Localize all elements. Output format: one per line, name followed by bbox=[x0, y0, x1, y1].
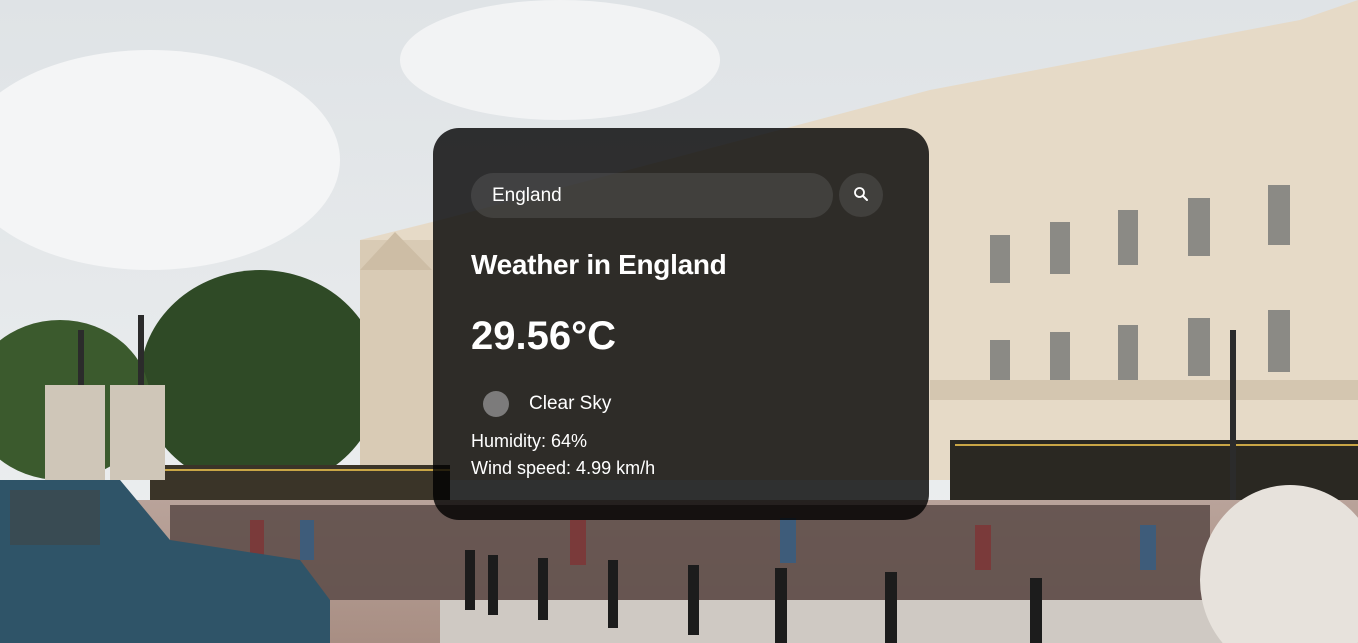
humidity: Humidity: 64% bbox=[471, 431, 588, 451]
wind-speed: Wind speed: 4.99 km/h bbox=[471, 458, 656, 478]
location-title: Weather in England bbox=[471, 249, 727, 280]
search-icon bbox=[853, 186, 869, 205]
condition-row: Clear Sky bbox=[483, 391, 611, 417]
search-bar bbox=[471, 173, 833, 218]
weather-condition-icon bbox=[483, 391, 509, 417]
search-button[interactable] bbox=[839, 173, 883, 217]
weather-card: Weather in England 29.56°C Clear Sky Hum… bbox=[433, 128, 929, 520]
condition-label: Clear Sky bbox=[529, 393, 612, 414]
search-input[interactable] bbox=[471, 173, 833, 218]
temperature: 29.56°C bbox=[471, 314, 616, 358]
